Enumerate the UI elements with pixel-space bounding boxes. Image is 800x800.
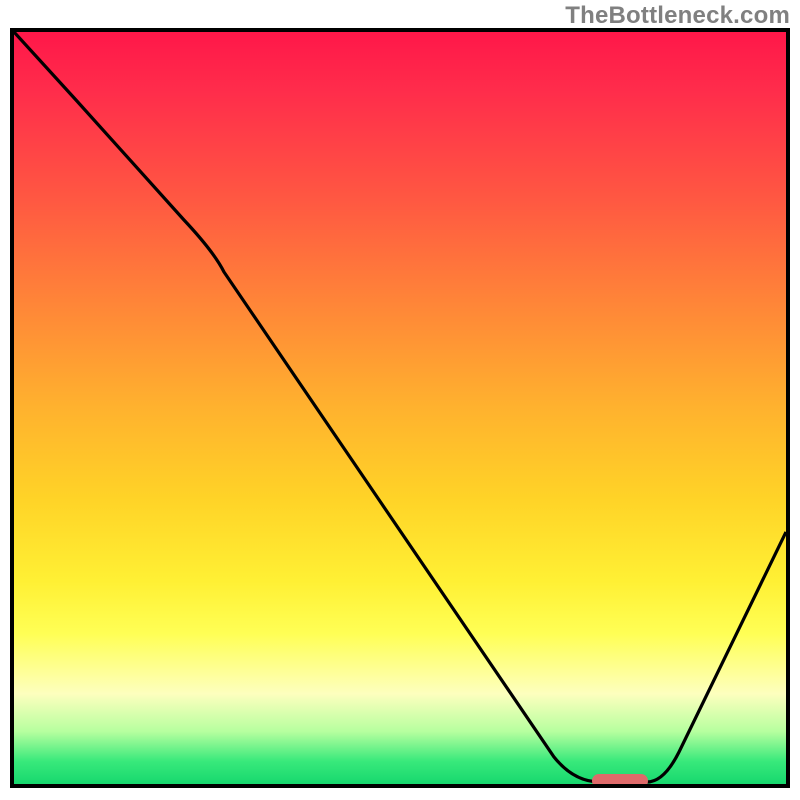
watermark-text: TheBottleneck.com	[565, 2, 790, 30]
chart-root: TheBottleneck.com	[0, 0, 800, 800]
optimal-marker	[592, 774, 648, 788]
plot-area	[10, 28, 790, 788]
curve-svg	[14, 32, 786, 784]
bottleneck-curve-path	[14, 32, 786, 782]
